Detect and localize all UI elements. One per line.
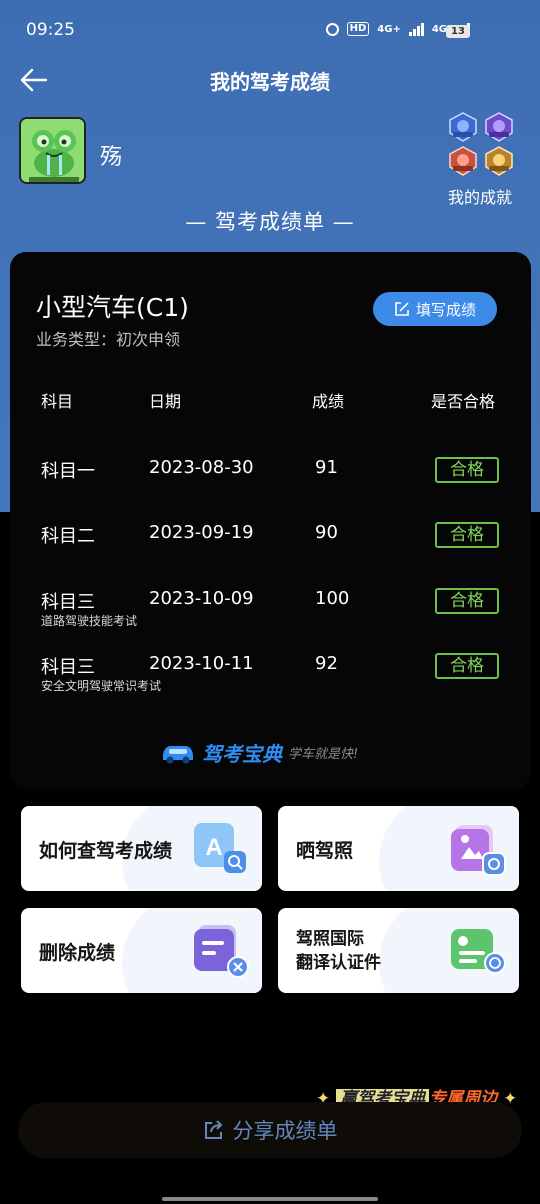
table-row: 科目一 2023-08-30 91 合格 [10,457,531,507]
alarm-icon [325,22,339,36]
brand-slogan: 学车就是快! [288,746,359,762]
column-header-score: 成绩 [312,392,345,411]
show-license-tile[interactable]: 晒驾照 [278,806,519,891]
pass-badge: 合格 [435,457,499,483]
pass-badge: 合格 [435,522,499,548]
tile-label-line1: 驾照国际 [296,929,364,949]
table-row: 科目二 2023-09-19 90 合格 [10,522,531,572]
fill-score-label: 填写成绩 [415,300,476,319]
status-time: 09:25 [26,20,75,40]
row-date: 2023-10-09 [149,588,254,609]
row-note: 道路驾驶技能考试 [41,614,138,628]
edit-icon [395,302,409,316]
row-subject: 科目三 [41,657,95,678]
pass-badge: 合格 [435,653,499,679]
column-header-pass: 是否合格 [431,392,496,411]
status-bar: 09:25 HD 4G+ 4G 13 [0,0,540,62]
score-card: 小型汽车(C1) 业务类型：初次申领 填写成绩 科目 日期 成绩 是否合格 科目… [10,252,531,789]
brand-logo: 驾考宝典 学车就是快! [160,736,358,768]
page-title: 我的驾考成绩 [210,70,330,94]
how-to-query-score-tile[interactable]: 如何查驾考成绩 A [21,806,262,891]
row-subject: 科目三 [41,592,95,613]
share-label: 分享成绩单 [232,1119,338,1143]
delete-score-tile[interactable]: 删除成绩 [21,908,262,993]
achievements-button[interactable]: 我的成就 [440,112,520,207]
car-logo-icon [163,746,193,764]
license-type: 小型汽车(C1) [36,293,189,322]
tile-label: 如何查驾考成绩 [39,840,173,862]
table-row: 科目三 2023-10-11 92 合格 安全文明驾驶常识考试 [10,653,531,703]
row-date: 2023-09-19 [149,522,254,543]
fill-score-button[interactable]: 填写成绩 [373,292,497,326]
tile-label-line2: 翻译认证件 [296,953,381,973]
row-score: 91 [315,457,338,478]
table-row: 科目三 2023-10-09 100 合格 道路驾驶技能考试 [10,588,531,638]
avatar[interactable] [19,117,86,184]
badge-red-icon [449,146,477,176]
business-type: 业务类型：初次申领 [36,330,181,349]
share-icon [204,1120,222,1139]
international-license-tile[interactable]: 驾照国际 翻译认证件 [278,908,519,993]
row-note: 安全文明驾驶常识考试 [41,679,162,693]
hd-voice-icon: HD [346,22,370,36]
tile-label: 晒驾照 [296,840,354,862]
share-score-button[interactable]: 分享成绩单 [18,1102,522,1158]
delete-document-icon [194,925,249,978]
row-subject: 科目二 [41,526,95,547]
column-header-subject: 科目 [41,392,74,411]
row-score: 92 [315,653,338,674]
row-score: 90 [315,522,338,543]
badge-gold-icon [485,146,513,176]
photo-camera-icon [451,825,506,876]
username: 殇 [100,145,123,170]
tile-label: 驾照国际 翻译认证件 [296,927,381,975]
pass-badge: 合格 [435,588,499,614]
badge-blue-icon [449,112,477,142]
badge-purple-icon [485,112,513,142]
id-card-icon [451,929,506,974]
tile-label: 删除成绩 [39,942,116,964]
document-search-icon: A [194,823,246,873]
achievements-label: 我的成就 [447,188,512,207]
row-subject: 科目一 [41,461,95,482]
battery-icon: 13 [446,25,470,38]
svg-text:A: A [205,834,222,861]
achievement-badges [447,112,520,176]
brand-name: 驾考宝典 [202,741,282,766]
network-label-1: 4G+ [377,23,401,35]
home-indicator[interactable] [162,1197,378,1201]
row-score: 100 [315,588,350,609]
column-header-date: 日期 [149,392,182,411]
frog-avatar-image [21,119,84,182]
score-sheet-title: — 驾考成绩单 — [185,210,355,234]
network-label-2: 4G [431,23,447,35]
signal-icon-1 [408,22,424,36]
row-date: 2023-08-30 [149,457,254,478]
row-date: 2023-10-11 [149,653,254,674]
